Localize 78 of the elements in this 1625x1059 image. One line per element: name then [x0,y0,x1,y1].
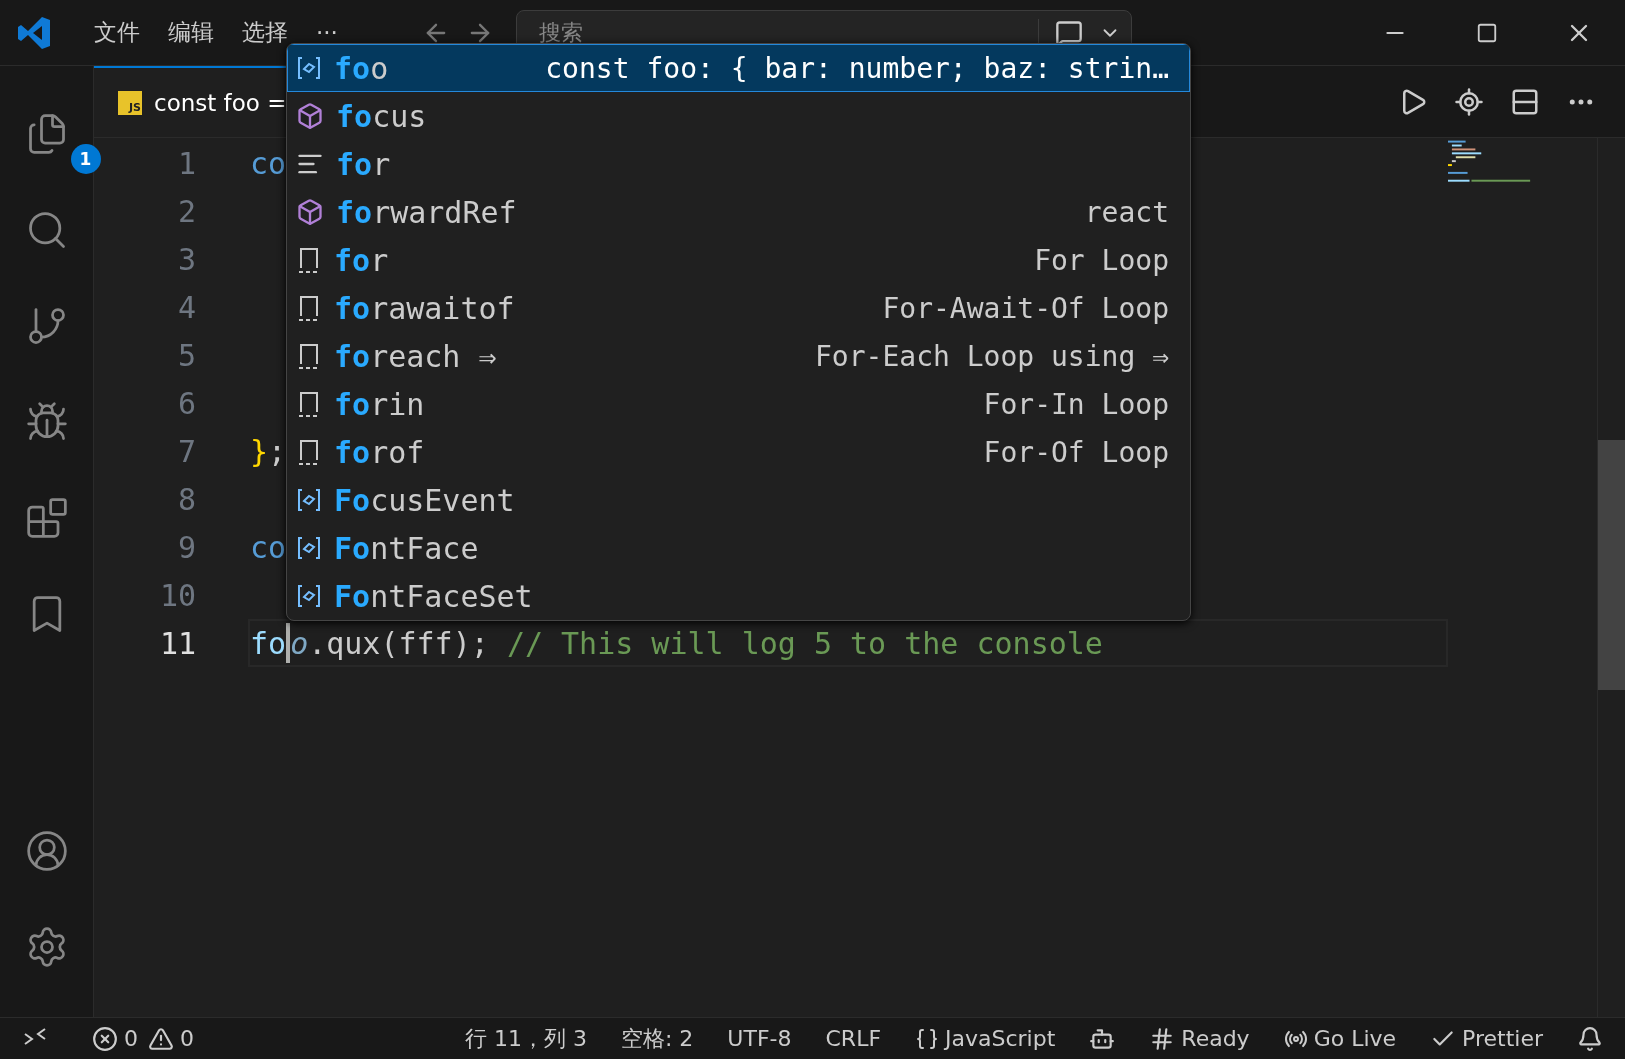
status-text: Ready [1181,1026,1250,1051]
suggestion-detail: const foo: { bar: number; baz: strin… [545,51,1169,85]
suggestion-item[interactable]: foreach ⇒ For-Each Loop using ⇒ [287,332,1190,380]
prettier-status[interactable]: Prettier [1462,1026,1543,1051]
suggestion-label: forwardRef [336,194,517,230]
count-badge: 1 [70,144,101,174]
code-token: co [250,529,287,565]
line-number: 4 [176,289,196,325]
status-item[interactable]: 行 11，列 3 [464,1023,587,1054]
suggestion-detail: For Loop [1034,243,1169,277]
suggestion-label: FontFaceSet [334,578,533,614]
bell-icon[interactable] [1577,1025,1603,1052]
variable-icon [296,583,322,609]
scrollbar-thumb[interactable] [1597,440,1625,690]
app-logo-icon [16,14,52,51]
variable-icon [296,55,322,81]
cube-icon [296,102,324,130]
line-number: 9 [176,529,196,565]
error-count[interactable]: 0 [124,1026,138,1051]
suggestion-item[interactable]: for For Loop [287,236,1190,284]
suggestion-item[interactable]: foo const foo: { bar: number; baz: strin… [287,44,1190,92]
line-number: 10 [158,577,196,613]
suggestion-item[interactable]: for [287,140,1190,188]
variable-icon [296,487,322,513]
suggestion-item[interactable]: forwardRef react [287,188,1190,236]
suggestion-label: for [334,242,389,278]
cube-icon [296,198,324,226]
status-item[interactable]: 空格: 2 [620,1023,694,1054]
warning-count[interactable]: 0 [180,1026,194,1051]
variable-icon [296,535,322,561]
code-token: } [250,433,269,469]
error-icon [92,1025,118,1052]
line-number: 8 [176,481,196,517]
line-number: 6 [176,385,196,421]
line-number: 7 [176,433,196,469]
suggestion-label: FocusEvent [334,482,515,518]
code-token: ; [268,433,287,469]
suggestion-label: forawaitof [334,290,515,326]
suggestion-detail: For-Of Loop [983,435,1169,469]
blocks-icon[interactable] [24,496,69,540]
target-icon[interactable] [1454,86,1484,117]
suggestion-label: for [336,146,391,182]
suggestion-item[interactable]: forawaitof For-Await-Of Loop [287,284,1190,332]
menu-item[interactable]: ··· [302,19,352,46]
status-item[interactable]: CRLF [825,1026,882,1051]
code-token: // This will log 5 to the console [506,625,1103,661]
code-token: o [290,625,309,661]
suggestion-detail: For-In Loop [983,387,1169,421]
js-file-icon: JS [118,90,142,115]
code-token: .qux(fff); [308,625,490,661]
line-number: 3 [176,241,196,277]
tab-label: const foo = [154,89,287,116]
braces-icon [915,1026,940,1051]
code-token: co [250,145,287,181]
go-live-button[interactable]: Go Live [1313,1026,1397,1051]
suggestion-detail: For-Each Loop using ⇒ [815,339,1169,373]
suggestion-detail: react [1084,195,1169,229]
line-number: 1 [176,145,196,181]
suggestion-item[interactable]: forin For-In Loop [287,380,1190,428]
line-number: 2 [176,193,196,229]
account-icon[interactable] [24,829,69,873]
suggestion-label: forof [334,434,425,470]
suggestion-label: forin [334,386,425,422]
suggestion-label: FontFace [334,530,479,566]
line-number: 11 [158,625,196,661]
suggestion-item[interactable]: FontFace [287,524,1190,572]
suggestion-item[interactable]: FocusEvent [287,476,1190,524]
suggestion-detail: For-Await-Of Loop [882,291,1169,325]
code-token: fo [250,625,287,661]
language-mode[interactable]: JavaScript [945,1026,1056,1051]
menu-item[interactable]: 编辑 [154,17,228,48]
suggestion-item[interactable]: FontFaceSet [287,572,1190,620]
line-number: 5 [176,337,196,373]
menu-item[interactable]: 文件 [80,17,154,48]
suggestion-item[interactable]: forof For-Of Loop [287,428,1190,476]
suggestion-label: foreach ⇒ [334,338,497,374]
warning-icon [148,1025,174,1052]
status-item[interactable]: UTF-8 [727,1026,792,1051]
